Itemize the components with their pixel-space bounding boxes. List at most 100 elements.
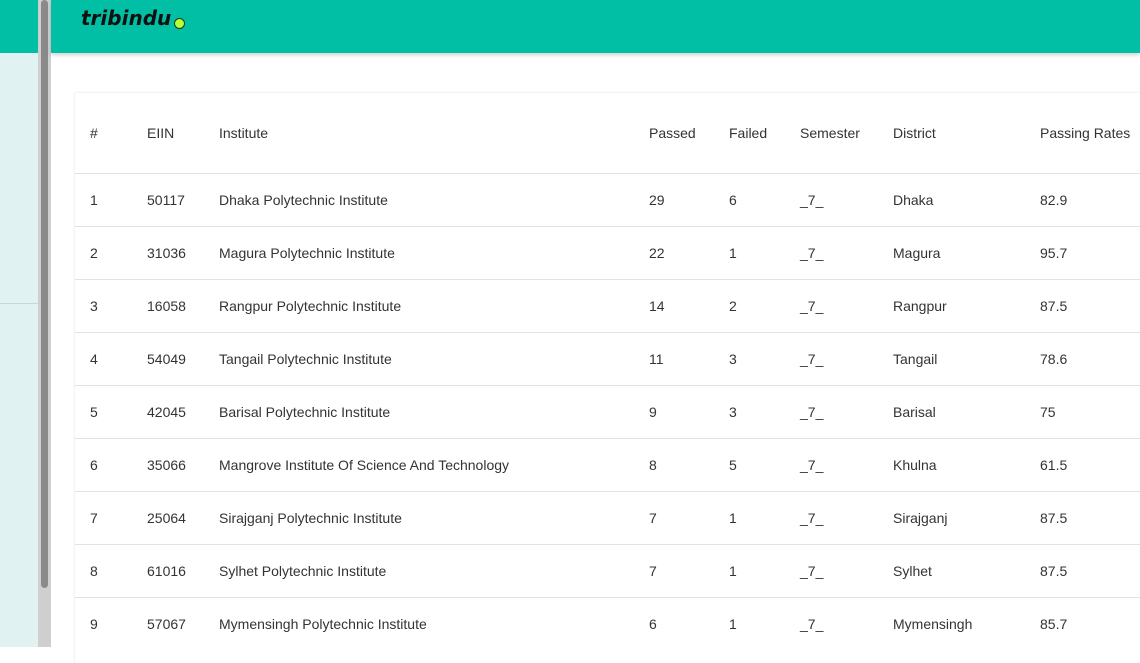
results-card: # EIIN Institute Passed Failed Semester … [75, 93, 1140, 663]
cell-semester: _7_ [800, 331, 893, 385]
cell-eiin: 61016 [147, 543, 219, 597]
cell-failed: 3 [729, 384, 800, 438]
cell-failed: 1 [729, 596, 800, 650]
table-row[interactable]: 8 61016 Sylhet Polytechnic Institute 7 1 _7_ S… [75, 543, 1140, 597]
cell-institute: Barisal Polytechnic Institute [219, 384, 649, 438]
cell-passed: 7 [649, 490, 729, 544]
cell-passing-rate: 85.7 [1040, 596, 1140, 650]
cell-semester: _7_ [800, 490, 893, 544]
cell-index: 4 [75, 331, 147, 385]
cell-passing-rate: 87.5 [1040, 490, 1140, 544]
table-row[interactable]: 3 16058 Rangpur Polytechnic Institute 14 2 _7… [75, 278, 1140, 332]
cell-district: Khulna [893, 437, 1040, 491]
cell-district: Rangpur [893, 278, 1040, 332]
header-district: District [893, 124, 936, 141]
cell-institute: Mymensingh Polytechnic Institute [219, 596, 649, 650]
header-failed: Failed [729, 124, 768, 141]
cell-institute: Dhaka Polytechnic Institute [219, 172, 649, 226]
cell-eiin: 57067 [147, 596, 219, 650]
header-institute: Institute [219, 124, 269, 141]
sidebar-header [0, 0, 38, 53]
header-index: # [90, 124, 98, 141]
cell-failed: 1 [729, 490, 800, 544]
table-body: 1 50117 Dhaka Polytechnic Institute 29 6 _7_ D… [75, 172, 1140, 650]
cell-semester: _7_ [800, 225, 893, 279]
cell-passed: 9 [649, 384, 729, 438]
cell-eiin: 54049 [147, 331, 219, 385]
results-table: # EIIN Institute Passed Failed Semester … [75, 93, 1140, 650]
cell-passed: 8 [649, 437, 729, 491]
cell-institute: Rangpur Polytechnic Institute [219, 278, 649, 332]
cell-passed: 29 [649, 172, 729, 226]
top-navbar: tribindu [51, 0, 1140, 53]
table-row[interactable]: 5 42045 Barisal Polytechnic Institute 9 3 _7_… [75, 384, 1140, 438]
cell-passed: 6 [649, 596, 729, 650]
cell-index: 8 [75, 543, 147, 597]
cell-eiin: 16058 [147, 278, 219, 332]
cell-institute: Magura Polytechnic Institute [219, 225, 649, 279]
cell-failed: 1 [729, 225, 800, 279]
table-row[interactable]: 6 35066 Mangrove Institute Of Science And … [75, 437, 1140, 491]
cell-index: 9 [75, 596, 147, 650]
cell-district: Tangail [893, 331, 1040, 385]
cell-passed: 22 [649, 225, 729, 279]
header-eiin: EIIN [147, 124, 175, 141]
cell-passed: 7 [649, 543, 729, 597]
cell-passing-rate: 78.6 [1040, 331, 1140, 385]
cell-index: 3 [75, 278, 147, 332]
cell-failed: 3 [729, 331, 800, 385]
cell-index: 6 [75, 437, 147, 491]
scrollbar-thumb[interactable] [41, 0, 48, 588]
brand-logo[interactable]: tribindu [81, 6, 186, 30]
cell-district: Mymensingh [893, 596, 1040, 650]
cell-semester: _7_ [800, 596, 893, 650]
logo-dot-icon [174, 18, 186, 29]
cell-district: Sylhet [893, 543, 1040, 597]
cell-failed: 5 [729, 437, 800, 491]
cell-semester: _7_ [800, 543, 893, 597]
cell-failed: 2 [729, 278, 800, 332]
table-row[interactable]: 7 25064 Sirajganj Polytechnic Institute 7 1 _… [75, 490, 1140, 544]
cell-passing-rate: 95.7 [1040, 225, 1140, 279]
header-passing-rates: Passing Rates [1040, 124, 1131, 141]
cell-institute: Sylhet Polytechnic Institute [219, 543, 649, 597]
cell-eiin: 31036 [147, 225, 219, 279]
cell-passed: 14 [649, 278, 729, 332]
table-row[interactable]: 9 57067 Mymensingh Polytechnic Institute 6 1… [75, 596, 1140, 650]
cell-passing-rate: 61.5 [1040, 437, 1140, 491]
header-semester: Semester [800, 124, 860, 141]
cell-district: Magura [893, 225, 1040, 279]
cell-passing-rate: 87.5 [1040, 543, 1140, 597]
cell-passing-rate: 82.9 [1040, 172, 1140, 226]
sidebar [0, 0, 38, 647]
cell-eiin: 42045 [147, 384, 219, 438]
table-row[interactable]: 2 31036 Magura Polytechnic Institute 22 1 _7_… [75, 225, 1140, 279]
cell-eiin: 25064 [147, 490, 219, 544]
cell-eiin: 50117 [147, 172, 219, 226]
cell-semester: _7_ [800, 384, 893, 438]
cell-semester: _7_ [800, 172, 893, 226]
cell-semester: _7_ [800, 278, 893, 332]
sidebar-divider [0, 303, 38, 304]
cell-index: 2 [75, 225, 147, 279]
cell-passing-rate: 75 [1040, 384, 1140, 438]
cell-index: 5 [75, 384, 147, 438]
cell-passed: 11 [649, 331, 729, 385]
table-row[interactable]: 1 50117 Dhaka Polytechnic Institute 29 6 _7_ D… [75, 172, 1140, 226]
cell-failed: 6 [729, 172, 800, 226]
cell-index: 1 [75, 172, 147, 226]
cell-eiin: 35066 [147, 437, 219, 491]
cell-failed: 1 [729, 543, 800, 597]
cell-index: 7 [75, 490, 147, 544]
cell-district: Barisal [893, 384, 1040, 438]
cell-passing-rate: 87.5 [1040, 278, 1140, 332]
header-passed: Passed [649, 124, 696, 141]
table-row[interactable]: 4 54049 Tangail Polytechnic Institute 11 3 _7… [75, 331, 1140, 385]
cell-institute: Sirajganj Polytechnic Institute [219, 490, 649, 544]
cell-district: Sirajganj [893, 490, 1040, 544]
brand-logo-text: tribindu [81, 6, 172, 30]
cell-institute: Tangail Polytechnic Institute [219, 331, 649, 385]
cell-district: Dhaka [893, 172, 1040, 226]
cell-semester: _7_ [800, 437, 893, 491]
table-header-row: # EIIN Institute Passed Failed Semester … [75, 93, 1140, 173]
